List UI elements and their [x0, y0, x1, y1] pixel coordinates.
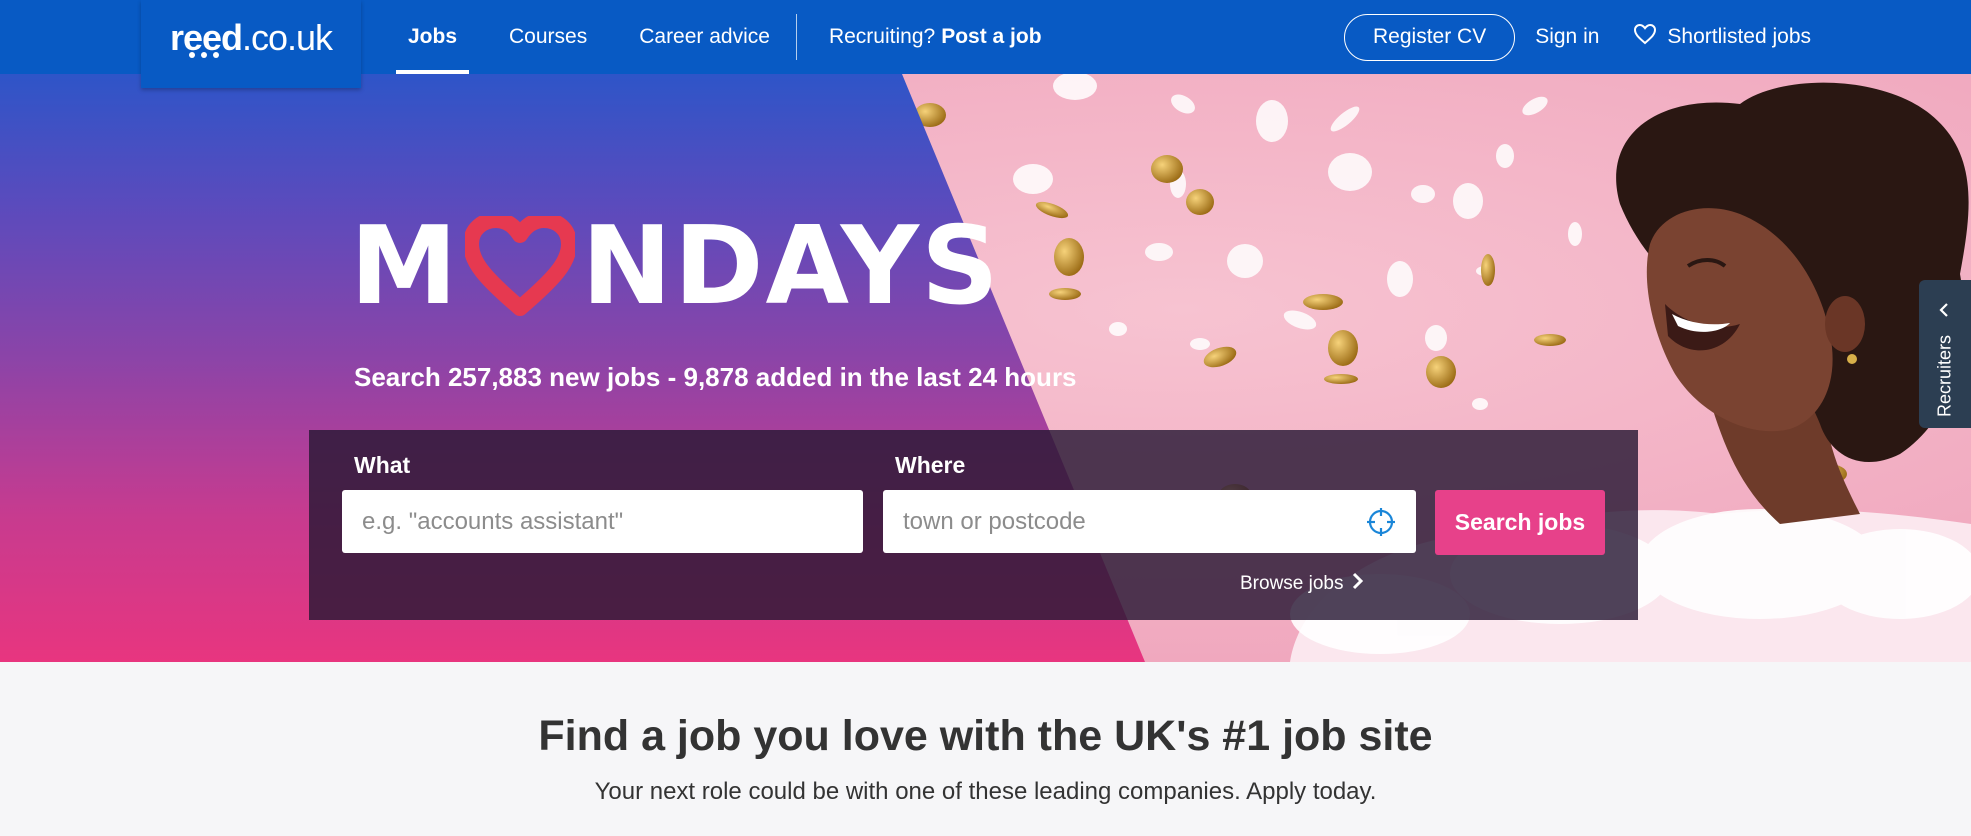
logo-dots	[189, 52, 219, 58]
what-field[interactable]	[342, 490, 863, 553]
browse-jobs-label: Browse jobs	[1240, 573, 1344, 594]
location-target-icon[interactable]	[1366, 507, 1396, 537]
shortlisted-jobs-link[interactable]: Shortlisted jobs	[1633, 23, 1811, 51]
chevron-left-icon	[1937, 302, 1951, 323]
promo-section: Find a job you love with the UK's #1 job…	[0, 662, 1971, 836]
nav-career-advice[interactable]: Career advice	[613, 0, 796, 74]
sign-in-link[interactable]: Sign in	[1535, 25, 1599, 49]
what-input[interactable]	[362, 507, 843, 536]
nav-divider	[795, 14, 797, 60]
account-nav: Register CV Sign in Shortlisted jobs	[1344, 0, 1811, 74]
job-search-form: What Where Search jobs Browse jobs	[309, 430, 1638, 620]
reed-logo[interactable]: reed.co.uk	[141, 0, 361, 88]
where-label: Where	[895, 452, 966, 478]
heart-outline-icon	[1633, 23, 1657, 51]
nav-jobs[interactable]: Jobs	[382, 0, 483, 74]
promo-tagline: Find a job you love with the UK's #1 job…	[538, 712, 1433, 760]
where-input[interactable]	[903, 507, 1366, 536]
nav-courses[interactable]: Courses	[483, 0, 613, 74]
post-job-label: Post a job	[941, 25, 1042, 48]
hero-banner: M NDAYS Search 257,883 new jobs - 9,878 …	[0, 74, 1971, 662]
heart-icon	[463, 212, 578, 316]
headline-end: NDAYS	[581, 203, 1001, 329]
register-cv-button[interactable]: Register CV	[1344, 13, 1516, 61]
nav-recruiting-post-job[interactable]: Recruiting? Post a job	[803, 0, 1068, 74]
recruiters-label: Recruiters	[1934, 334, 1955, 418]
browse-jobs-link[interactable]: Browse jobs	[1240, 572, 1364, 596]
where-field[interactable]	[883, 490, 1416, 553]
hero-headline: M NDAYS	[350, 204, 1001, 329]
site-header: reed.co.uk Jobs Courses Career advice Re…	[0, 0, 1971, 88]
what-label: What	[354, 452, 411, 478]
chevron-right-icon	[1352, 572, 1364, 596]
recruiters-side-tab[interactable]: Recruiters	[1919, 280, 1971, 428]
search-jobs-button[interactable]: Search jobs	[1435, 490, 1605, 555]
headline-start: M	[350, 203, 460, 329]
promo-subtext: Your next role could be with one of thes…	[594, 778, 1377, 805]
shortlisted-jobs-label: Shortlisted jobs	[1667, 25, 1811, 48]
recruiting-prefix: Recruiting?	[828, 25, 936, 48]
jobs-count-subhead: Search 257,883 new jobs - 9,878 added in…	[354, 362, 1077, 392]
main-nav: Jobs Courses Career advice Recruiting? P…	[382, 0, 1068, 74]
